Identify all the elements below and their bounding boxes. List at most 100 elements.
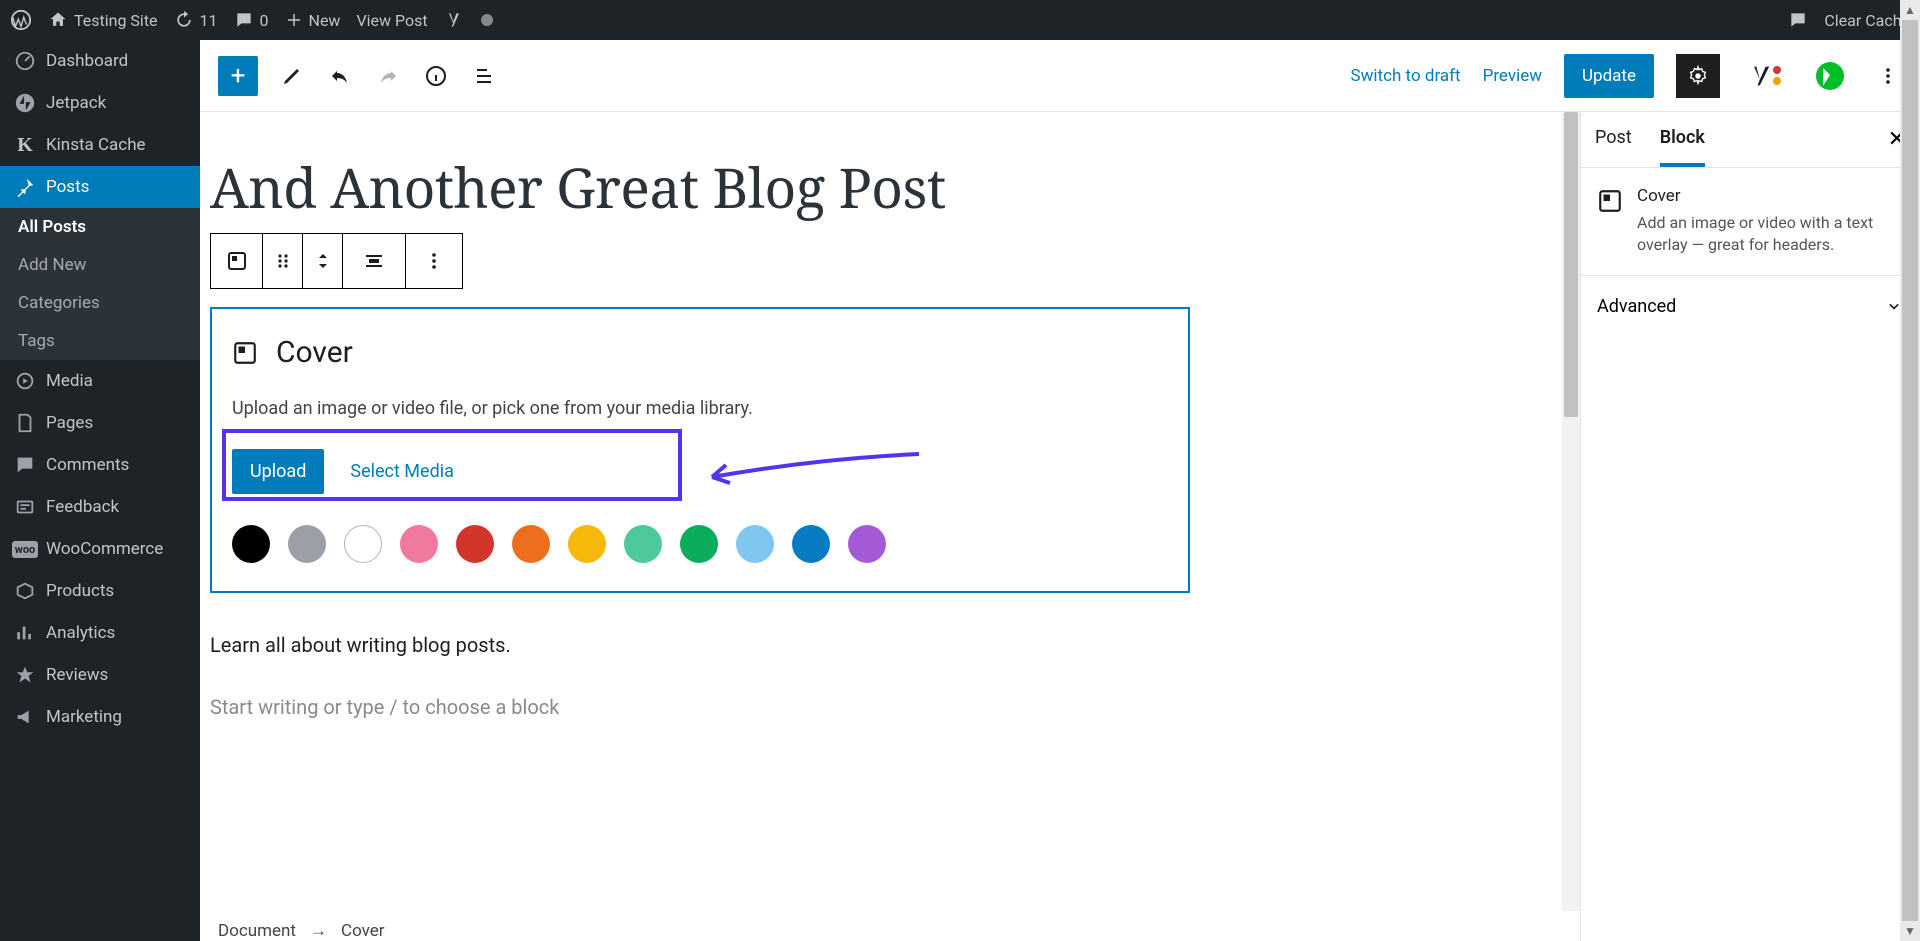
edit-mode-icon[interactable] (278, 62, 306, 90)
editor-toolbar: + Switch to draft Preview Update (200, 40, 1920, 112)
menu-products[interactable]: Products (0, 570, 200, 612)
menu-feedback[interactable]: Feedback (0, 486, 200, 528)
color-swatch-5[interactable] (512, 525, 550, 563)
block-more-icon[interactable] (406, 234, 462, 288)
color-swatch-3[interactable] (400, 525, 438, 563)
yoast-icon (1747, 62, 1775, 90)
color-swatch-11[interactable] (848, 525, 886, 563)
browser-scrollbar[interactable]: ▲ ▼ (1900, 0, 1920, 941)
color-swatch-7[interactable] (624, 525, 662, 563)
menu-woocommerce[interactable]: wooWooCommerce (0, 528, 200, 570)
color-swatch-4[interactable] (456, 525, 494, 563)
color-swatch-6[interactable] (568, 525, 606, 563)
feedback-icon (14, 496, 36, 518)
menu-reviews[interactable]: Reviews (0, 654, 200, 696)
post-title[interactable]: And Another Great Blog Post (210, 150, 1190, 225)
jetpack-button[interactable] (1808, 54, 1852, 98)
cover-block-title: Cover (276, 335, 353, 370)
tab-block[interactable]: Block (1660, 112, 1705, 167)
upload-button[interactable]: Upload (232, 449, 324, 494)
menu-dashboard[interactable]: Dashboard (0, 40, 200, 82)
color-swatch-10[interactable] (792, 525, 830, 563)
analytics-icon (14, 622, 36, 644)
wp-logo[interactable] (10, 9, 32, 31)
new-link[interactable]: New (285, 11, 341, 30)
settings-gear-button[interactable] (1676, 54, 1720, 98)
menu-media[interactable]: Media (0, 360, 200, 402)
pages-icon (14, 412, 36, 434)
menu-posts[interactable]: Posts (0, 166, 200, 208)
outline-icon[interactable] (470, 62, 498, 90)
sidebar-block-desc: Add an image or video with a text overla… (1637, 212, 1904, 257)
clear-cache-link[interactable]: Clear Cache (1824, 11, 1910, 30)
comments-icon (14, 454, 36, 476)
comments-link[interactable]: 0 (234, 10, 269, 30)
status-dot-icon[interactable] (480, 13, 494, 27)
block-toolbar (210, 233, 463, 289)
dashboard-icon (14, 50, 36, 72)
canvas-scrollbar[interactable] (1562, 112, 1580, 911)
jetpack-badge-icon (1816, 62, 1844, 90)
yoast-button[interactable] (1742, 54, 1786, 98)
crumb-cover[interactable]: Cover (341, 921, 385, 941)
update-button[interactable]: Update (1564, 54, 1654, 98)
editor-canvas: And Another Great Blog Post Cover Upload… (200, 112, 1580, 941)
updates-link[interactable]: 11 (174, 10, 218, 30)
menu-kinsta[interactable]: KKinsta Cache (0, 124, 200, 166)
site-link[interactable]: Testing Site (48, 10, 158, 30)
sidebar-block-name: Cover (1637, 186, 1904, 206)
cover-block[interactable]: Cover Upload an image or video file, or … (210, 307, 1190, 593)
block-type-icon[interactable] (211, 234, 263, 288)
new-block-placeholder[interactable]: Start writing or type / to choose a bloc… (210, 695, 1190, 719)
submenu-categories[interactable]: Categories (0, 284, 200, 322)
view-post-link[interactable]: View Post (356, 11, 427, 30)
more-options-icon[interactable] (1874, 62, 1902, 90)
admin-bar: Testing Site 11 0 New View Post Clear Ca… (0, 0, 1920, 40)
woo-icon: woo (14, 538, 36, 560)
add-block-button[interactable]: + (218, 56, 258, 96)
new-label: New (309, 11, 341, 30)
crumb-arrow-icon: → (310, 921, 327, 941)
crumb-document[interactable]: Document (218, 921, 296, 941)
menu-marketing[interactable]: Marketing (0, 696, 200, 738)
cover-block-description: Upload an image or video file, or pick o… (232, 398, 1168, 419)
paragraph-block[interactable]: Learn all about writing blog posts. (210, 633, 1190, 657)
settings-sidebar: Post Block ✕ Cover Add an image or video… (1580, 112, 1920, 941)
sidebar-block-icon (1597, 188, 1623, 214)
color-swatch-2[interactable] (344, 525, 382, 563)
tab-post[interactable]: Post (1595, 112, 1632, 167)
block-breadcrumb: Document → Cover (218, 921, 385, 941)
undo-icon[interactable] (326, 62, 354, 90)
submenu-all-posts[interactable]: All Posts (0, 208, 200, 246)
annotation-arrow-icon (694, 449, 924, 489)
redo-icon[interactable] (374, 62, 402, 90)
updates-count: 11 (200, 11, 218, 30)
drag-handle-icon[interactable] (263, 234, 303, 288)
color-swatch-8[interactable] (680, 525, 718, 563)
megaphone-icon (14, 706, 36, 728)
submenu-tags[interactable]: Tags (0, 322, 200, 360)
pin-icon (14, 176, 36, 198)
info-icon[interactable] (422, 62, 450, 90)
switch-to-draft-button[interactable]: Switch to draft (1351, 66, 1461, 86)
yoast-adminbar-icon[interactable] (444, 10, 464, 30)
star-icon (14, 664, 36, 686)
menu-comments[interactable]: Comments (0, 444, 200, 486)
menu-analytics[interactable]: Analytics (0, 612, 200, 654)
jetpack-icon (14, 92, 36, 114)
color-swatch-0[interactable] (232, 525, 270, 563)
cover-block-icon (232, 340, 258, 366)
align-button[interactable] (343, 234, 406, 288)
menu-pages[interactable]: Pages (0, 402, 200, 444)
select-media-button[interactable]: Select Media (350, 461, 454, 482)
color-swatch-9[interactable] (736, 525, 774, 563)
notices-icon[interactable] (1788, 10, 1808, 30)
site-name: Testing Site (74, 11, 158, 30)
menu-jetpack[interactable]: Jetpack (0, 82, 200, 124)
preview-button[interactable]: Preview (1483, 66, 1542, 86)
media-icon (14, 370, 36, 392)
color-swatch-1[interactable] (288, 525, 326, 563)
move-arrows[interactable] (303, 234, 343, 288)
submenu-add-new[interactable]: Add New (0, 246, 200, 284)
advanced-panel-toggle[interactable]: Advanced (1581, 276, 1920, 337)
